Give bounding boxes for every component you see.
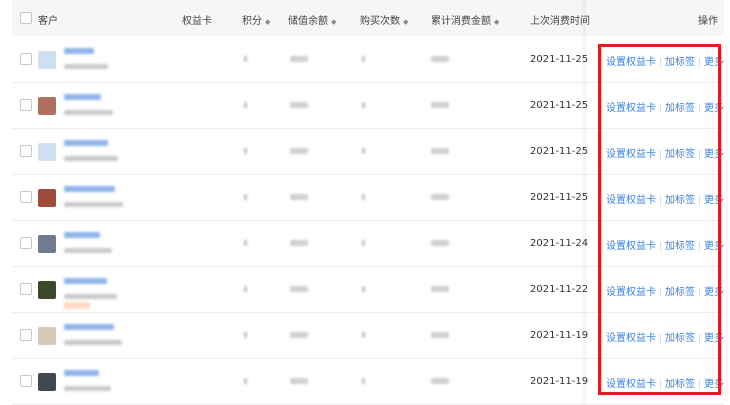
purchase-count-blurred — [362, 194, 365, 200]
customer-name-blurred[interactable] — [64, 278, 107, 284]
avatar — [38, 281, 56, 299]
balance-blurred — [290, 194, 308, 200]
customer-phone-blurred — [64, 202, 123, 207]
select-all-checkbox[interactable] — [20, 12, 32, 24]
customer-phone-blurred — [64, 294, 117, 299]
customer-name-blurred[interactable] — [64, 186, 115, 192]
points-blurred — [244, 332, 247, 338]
header-customer: 客户 — [38, 16, 58, 27]
customer-phone-blurred — [64, 156, 118, 161]
points-blurred — [244, 194, 247, 200]
purchase-count-blurred — [362, 148, 365, 154]
points-blurred — [244, 148, 247, 154]
balance-blurred — [290, 102, 308, 108]
balance-blurred — [290, 240, 308, 246]
customer-phone-blurred — [64, 248, 112, 253]
balance-blurred — [290, 332, 308, 338]
total-spend-blurred — [431, 102, 449, 108]
purchase-count-blurred — [362, 240, 365, 246]
customer-phone-blurred — [64, 340, 122, 345]
avatar — [38, 327, 56, 345]
customer-tag-blurred — [64, 302, 90, 309]
row-checkbox[interactable] — [20, 375, 32, 387]
customer-name-blurred[interactable] — [64, 48, 94, 54]
avatar — [38, 143, 56, 161]
total-spend-blurred — [431, 332, 449, 338]
highlight-box — [598, 44, 721, 395]
row-checkbox[interactable] — [20, 191, 32, 203]
customer-phone-blurred — [64, 64, 108, 69]
header-balance[interactable]: 储值余额 ◆ — [288, 12, 336, 27]
row-checkbox[interactable] — [20, 237, 32, 249]
table-header: 客户 权益卡 积分 ◆ 储值余额 ◆ 购买次数 ◆ 累计消费金额 ◆ 上次消费时间 操作 — [12, 0, 724, 36]
purchase-count-blurred — [362, 332, 365, 338]
customer-name-blurred[interactable] — [64, 370, 99, 376]
balance-blurred — [290, 56, 308, 62]
purchase-count-blurred — [362, 286, 365, 292]
row-checkbox[interactable] — [20, 53, 32, 65]
avatar — [38, 189, 56, 207]
avatar — [38, 235, 56, 253]
customer-name-blurred[interactable] — [64, 232, 100, 238]
total-spend-blurred — [431, 148, 449, 154]
avatar — [38, 51, 56, 69]
points-blurred — [244, 378, 247, 384]
row-checkbox[interactable] — [20, 283, 32, 295]
purchase-count-blurred — [362, 378, 365, 384]
customer-name-blurred[interactable] — [64, 140, 108, 146]
sort-arrows-icon[interactable]: ◆ — [265, 18, 270, 26]
fixed-column-shadow — [580, 0, 586, 404]
header-actions: 操作 — [698, 16, 718, 27]
balance-blurred — [290, 378, 308, 384]
customer-name-blurred[interactable] — [64, 94, 101, 100]
customer-phone-blurred — [64, 386, 111, 391]
balance-blurred — [290, 286, 308, 292]
row-checkbox[interactable] — [20, 99, 32, 111]
points-blurred — [244, 286, 247, 292]
total-spend-blurred — [431, 240, 449, 246]
header-total-spend[interactable]: 累计消费金额 ◆ — [431, 12, 499, 27]
balance-blurred — [290, 148, 308, 154]
total-spend-blurred — [431, 194, 449, 200]
purchase-count-blurred — [362, 102, 365, 108]
customer-phone-blurred — [64, 110, 113, 115]
points-blurred — [244, 102, 247, 108]
header-purchases[interactable]: 购买次数 ◆ — [360, 12, 408, 27]
purchase-count-blurred — [362, 56, 365, 62]
total-spend-blurred — [431, 56, 449, 62]
sort-arrows-icon[interactable]: ◆ — [331, 18, 336, 26]
customer-name-blurred[interactable] — [64, 324, 114, 330]
avatar — [38, 373, 56, 391]
points-blurred — [244, 240, 247, 246]
row-checkbox[interactable] — [20, 329, 32, 341]
header-card: 权益卡 — [182, 16, 212, 27]
points-blurred — [244, 56, 247, 62]
total-spend-blurred — [431, 378, 449, 384]
avatar — [38, 97, 56, 115]
row-checkbox[interactable] — [20, 145, 32, 157]
total-spend-blurred — [431, 286, 449, 292]
header-points[interactable]: 积分 ◆ — [242, 12, 270, 27]
sort-arrows-icon[interactable]: ◆ — [403, 18, 408, 26]
sort-arrows-icon[interactable]: ◆ — [494, 18, 499, 26]
